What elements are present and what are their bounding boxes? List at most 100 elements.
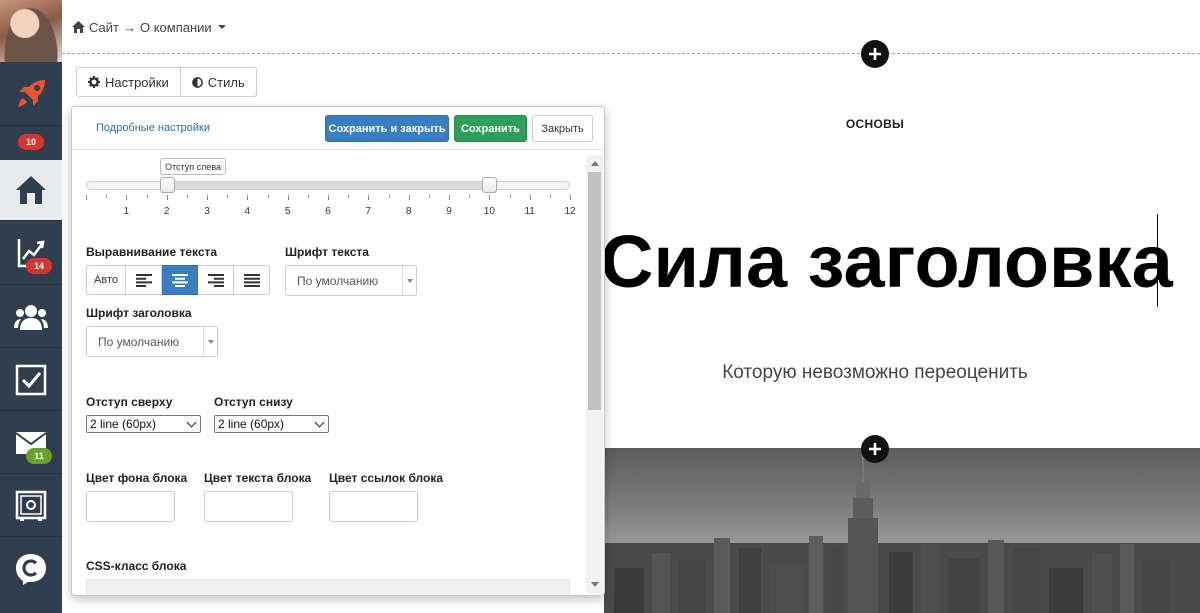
sidebar-item-users[interactable]	[0, 286, 62, 348]
preview-section-label: ОСНОВЫ	[845, 117, 905, 131]
scrollbar-thumb[interactable]	[588, 172, 601, 410]
close-button[interactable]: Закрыть	[532, 115, 593, 142]
text-color-label: Цвет текста блока	[204, 471, 312, 485]
sidebar: 10 14 11	[0, 0, 62, 613]
plus-icon	[869, 443, 881, 455]
tab-style-label: Стиль	[207, 74, 245, 90]
heading-font-select[interactable]: По умолчанию	[86, 326, 218, 357]
save-button[interactable]: Сохранить	[454, 115, 527, 142]
slider-tick	[368, 195, 370, 200]
advanced-settings-link[interactable]: Подробные настройки	[96, 122, 210, 134]
bg-color-label: Цвет фона блока	[86, 471, 188, 485]
slider-tick	[469, 195, 471, 198]
text-font-value: По умолчанию	[297, 273, 379, 288]
padding-bottom-label: Отступ снизу	[214, 395, 293, 409]
padding-bottom-select[interactable]: 2 line (60px)	[214, 415, 329, 433]
slider-tick	[287, 195, 289, 200]
align-left-icon	[135, 273, 152, 287]
css-class-input[interactable]	[86, 579, 570, 595]
sidebar-item-home[interactable]	[0, 160, 62, 221]
padding-top-select[interactable]: 2 line (60px)	[86, 415, 201, 433]
sidebar-item-safe[interactable]	[0, 475, 62, 537]
preview-subtitle[interactable]: Которую невозможно переоценить	[700, 362, 1050, 384]
scroll-down-arrow[interactable]	[586, 576, 603, 593]
sidebar-item-chart[interactable]	[0, 222, 62, 285]
tab-settings[interactable]: Настройки	[76, 67, 181, 97]
bg-color-input[interactable]	[86, 491, 175, 522]
slider-ticks: 1 2 3 4 5 6 7 8 9 10 11 12	[86, 195, 576, 219]
panel-header: Подробные настройки Сохранить и закрыть …	[72, 107, 604, 150]
slider-tick-label: 9	[446, 206, 452, 217]
add-block-button-bottom[interactable]	[861, 435, 889, 463]
slider-tick	[509, 195, 511, 198]
chevron-down-icon	[186, 417, 197, 427]
slider-tick	[388, 195, 390, 198]
mail-badge: 11	[26, 448, 52, 464]
home-icon	[16, 176, 46, 204]
slider-range	[166, 181, 490, 190]
text-align-label: Выравнивание текста	[86, 245, 218, 259]
tab-style[interactable]: Стиль	[180, 67, 257, 97]
slider-handle-left[interactable]	[159, 177, 175, 193]
style-settings-panel: Подробные настройки Сохранить и закрыть …	[71, 106, 605, 596]
brand-c-icon	[16, 554, 46, 585]
user-avatar[interactable]	[0, 0, 62, 62]
city-skyline-image	[604, 448, 1200, 613]
scroll-up-arrow[interactable]	[586, 155, 603, 172]
slider-tick	[549, 195, 551, 198]
sidebar-item-brand[interactable]	[0, 538, 62, 600]
slider-tick	[570, 195, 571, 200]
slider-tick	[449, 195, 450, 200]
slider-tick	[86, 195, 87, 200]
tab-settings-label: Настройки	[105, 74, 169, 90]
align-right-icon	[207, 273, 224, 287]
chevron-down-icon	[402, 266, 416, 295]
slider-tick	[529, 195, 531, 200]
chevron-down-icon[interactable]	[217, 25, 226, 29]
preview-heading[interactable]: Сила заголовка	[600, 218, 1173, 306]
slider-tick-label: 10	[483, 206, 495, 217]
breadcrumb-page[interactable]: О компании	[140, 20, 212, 35]
slider-tick	[207, 195, 208, 200]
add-block-button-top[interactable]	[861, 40, 889, 68]
breadcrumb-arrow: →	[122, 19, 136, 35]
sidebar-item-tasks[interactable]	[0, 349, 62, 411]
padding-top-label: Отступ сверху	[86, 395, 173, 409]
safe-icon	[15, 490, 47, 521]
heading-font-value: По умолчанию	[98, 334, 180, 349]
slider-tick	[106, 195, 108, 198]
slider-tick-label: 3	[204, 206, 210, 217]
slider-tick-label: 5	[284, 206, 291, 217]
link-color-input[interactable]	[329, 491, 418, 522]
slider-tick-label: 11	[524, 206, 535, 217]
sidebar-item-mail[interactable]	[0, 412, 62, 474]
chart-badge: 14	[26, 258, 52, 274]
save-and-close-button[interactable]: Сохранить и закрыть	[325, 115, 449, 142]
align-center-button[interactable]	[162, 265, 198, 295]
heading-font-label: Шрифт заголовка	[86, 306, 192, 320]
padding-bottom-value: 2 line (60px)	[218, 417, 285, 431]
slider-tick	[428, 195, 430, 198]
slider-tick	[146, 195, 148, 198]
align-left-button[interactable]	[126, 265, 162, 295]
slider-tick	[408, 195, 410, 200]
text-cursor	[1157, 214, 1158, 307]
align-justify-icon	[243, 273, 260, 287]
slider-tick	[267, 195, 269, 198]
link-color-label: Цвет ссылок блока	[329, 471, 444, 485]
align-right-button[interactable]	[198, 265, 234, 295]
text-color-input[interactable]	[204, 491, 293, 522]
align-auto-button[interactable]: Авто	[86, 265, 126, 295]
align-justify-button[interactable]	[234, 265, 270, 295]
panel-body: Отступ слева 1 2 3 4 5 6 7 8 9 10 11 12 Выравнивани…	[72, 151, 604, 595]
text-font-select[interactable]: По умолчанию	[285, 265, 417, 296]
breadcrumb-site[interactable]: Сайт	[89, 20, 119, 35]
panel-scrollbar[interactable]	[586, 155, 603, 593]
plus-icon	[869, 48, 881, 60]
chevron-down-icon	[203, 327, 217, 356]
sidebar-item-rocket[interactable]	[0, 62, 62, 126]
rocket-icon	[18, 79, 45, 107]
contrast-icon	[191, 76, 203, 88]
slider-handle-right[interactable]	[482, 177, 498, 193]
slider-tick	[328, 195, 329, 200]
